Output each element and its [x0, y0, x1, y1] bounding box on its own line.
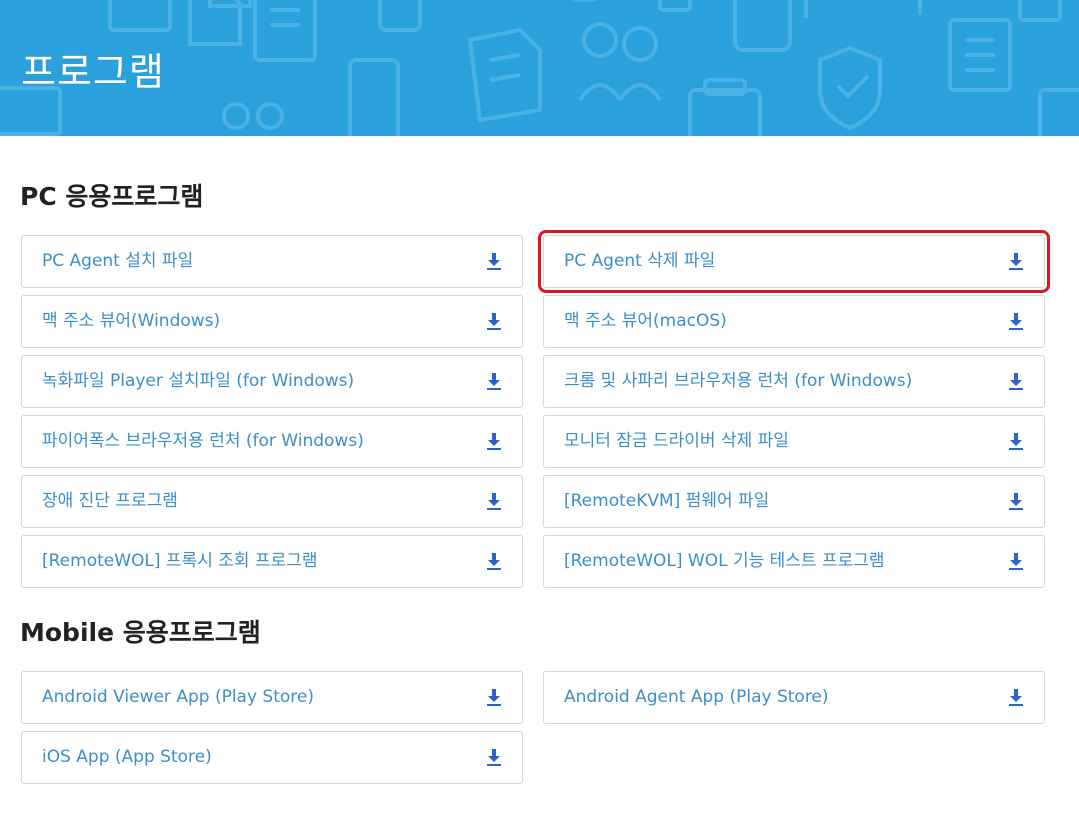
download-icon[interactable] — [1008, 689, 1024, 706]
section-title-pc: PC 응용프로그램 — [20, 182, 204, 211]
download-ios-app[interactable]: iOS App (App Store) — [21, 731, 523, 784]
download-item-label[interactable]: Android Viewer App (Play Store) — [42, 672, 314, 723]
download-firefox-launcher[interactable]: 파이어폭스 브라우저용 런처 (for Windows) — [21, 415, 523, 468]
download-pc-agent-install[interactable]: PC Agent 설치 파일 — [21, 235, 523, 288]
download-icon[interactable] — [486, 313, 502, 330]
download-remotewol-wol-test[interactable]: [RemoteWOL] WOL 기능 테스트 프로그램 — [543, 535, 1045, 588]
download-icon[interactable] — [1008, 313, 1024, 330]
download-android-viewer-app[interactable]: Android Viewer App (Play Store) — [21, 671, 523, 724]
download-item-label[interactable]: 장애 진단 프로그램 — [42, 476, 178, 527]
download-icon[interactable] — [486, 373, 502, 390]
page-title: 프로그램 — [21, 50, 165, 94]
download-icon[interactable] — [1008, 553, 1024, 570]
download-mac-address-viewer-macos[interactable]: 맥 주소 뷰어(macOS) — [543, 295, 1045, 348]
download-item-label[interactable]: 크롬 및 사파리 브라우저용 런처 (for Windows) — [564, 356, 912, 407]
download-monitor-lock-driver-uninstall[interactable]: 모니터 잠금 드라이버 삭제 파일 — [543, 415, 1045, 468]
download-icon[interactable] — [486, 689, 502, 706]
download-icon[interactable] — [1008, 373, 1024, 390]
page-banner: 프로그램 — [0, 0, 1079, 136]
download-android-agent-app[interactable]: Android Agent App (Play Store) — [543, 671, 1045, 724]
download-icon[interactable] — [486, 749, 502, 766]
download-item-label[interactable]: [RemoteKVM] 펌웨어 파일 — [564, 476, 769, 527]
download-item-label[interactable]: 맥 주소 뷰어(macOS) — [564, 296, 727, 347]
download-item-label[interactable]: 녹화파일 Player 설치파일 (for Windows) — [42, 356, 354, 407]
download-icon[interactable] — [486, 553, 502, 570]
download-item-label[interactable]: PC Agent 설치 파일 — [42, 236, 193, 287]
download-recording-player[interactable]: 녹화파일 Player 설치파일 (for Windows) — [21, 355, 523, 408]
download-icon[interactable] — [1008, 493, 1024, 510]
download-chrome-safari-launcher[interactable]: 크롬 및 사파리 브라우저용 런처 (for Windows) — [543, 355, 1045, 408]
download-icon[interactable] — [1008, 433, 1024, 450]
download-diagnostic-program[interactable]: 장애 진단 프로그램 — [21, 475, 523, 528]
section-title-mobile: Mobile 응용프로그램 — [20, 618, 261, 647]
download-item-label[interactable]: 모니터 잠금 드라이버 삭제 파일 — [564, 416, 789, 467]
download-icon[interactable] — [486, 493, 502, 510]
download-remotekvm-firmware[interactable]: [RemoteKVM] 펌웨어 파일 — [543, 475, 1045, 528]
download-item-label[interactable]: [RemoteWOL] WOL 기능 테스트 프로그램 — [564, 536, 885, 587]
download-item-label[interactable]: 맥 주소 뷰어(Windows) — [42, 296, 220, 347]
download-item-label[interactable]: iOS App (App Store) — [42, 732, 212, 783]
download-icon[interactable] — [1008, 253, 1024, 270]
download-item-label[interactable]: [RemoteWOL] 프록시 조회 프로그램 — [42, 536, 318, 587]
download-pc-agent-uninstall[interactable]: PC Agent 삭제 파일 — [538, 230, 1050, 293]
download-item-label[interactable]: Android Agent App (Play Store) — [564, 672, 829, 723]
download-item-label[interactable]: PC Agent 삭제 파일 — [564, 236, 715, 287]
download-icon[interactable] — [486, 433, 502, 450]
download-icon[interactable] — [486, 253, 502, 270]
download-item-label[interactable]: 파이어폭스 브라우저용 런처 (for Windows) — [42, 416, 364, 467]
download-remotewol-proxy-lookup[interactable]: [RemoteWOL] 프록시 조회 프로그램 — [21, 535, 523, 588]
download-mac-address-viewer-windows[interactable]: 맥 주소 뷰어(Windows) — [21, 295, 523, 348]
